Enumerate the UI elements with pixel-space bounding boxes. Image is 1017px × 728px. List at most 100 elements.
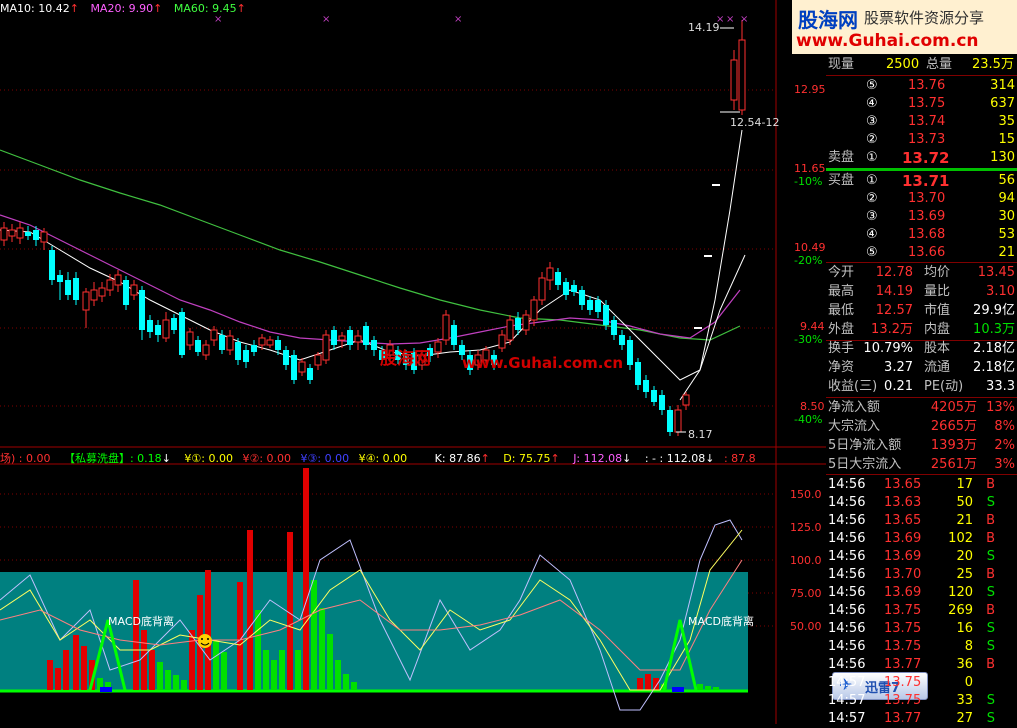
candle-body	[106, 279, 114, 291]
ma60-line	[0, 149, 741, 341]
tick-row[interactable]: 14:56 13.75 16 S	[826, 620, 1017, 638]
ind-axis-label: 75.00	[790, 587, 822, 600]
tick-row[interactable]: 14:56 13.69 120 S	[826, 584, 1017, 602]
candle-body	[123, 280, 129, 305]
flow-row[interactable]: 5日大宗流入 2561万 3%	[826, 456, 1017, 474]
ask-vol: 35	[998, 114, 1015, 129]
stat-row[interactable]: 换手 10.79% 股本 2.18亿	[826, 340, 1017, 358]
stat-label: 股本	[924, 341, 951, 356]
stat-row[interactable]: 净资 3.27 流通 2.18亿	[826, 359, 1017, 377]
tick-row[interactable]: 14:56 13.75 8 S	[826, 638, 1017, 656]
tick-row[interactable]: 14:56 13.77 36 B	[826, 656, 1017, 674]
watermark-logo: 股海网	[380, 349, 431, 369]
tick-row[interactable]: 14:56 13.75 269 B	[826, 602, 1017, 620]
ask-level: ②	[866, 132, 878, 147]
banner-url: www.Guhai.com.cn	[796, 31, 979, 51]
indicator-bar	[63, 650, 69, 690]
ask-level: ③	[866, 114, 878, 129]
bid1-row[interactable]: 买盘 ① 13.71 56	[826, 172, 1017, 190]
tick-price: 13.65	[884, 477, 922, 492]
indicator-header: 场) : 0.00 【私募洗盘】: 0.18↓ ¥①: 0.00 ¥②: 0.0…	[0, 452, 756, 465]
candle-body	[730, 59, 738, 101]
tick-time: 14:56	[828, 603, 866, 618]
candle-body	[363, 326, 369, 345]
candle-body	[635, 362, 641, 385]
ask-level: ⑤	[866, 78, 878, 93]
bid-price: 13.70	[908, 191, 946, 206]
candle-body	[682, 394, 690, 406]
flow-value: 2561万	[930, 457, 977, 472]
candle-body	[298, 361, 306, 373]
bid-level: ④	[866, 227, 878, 242]
ask-row[interactable]: ③ 13.74 35	[826, 113, 1017, 131]
ind-extra: : - : 112.08	[644, 452, 706, 465]
range-label: 12.54-12	[730, 116, 780, 129]
tick-row[interactable]: 14:56 13.65 21 B	[826, 512, 1017, 530]
stat-label: 流通	[924, 360, 951, 375]
chart-area[interactable]: × × × × × × MA10: 10.42↑ MA20: 9.90↑ MA6…	[0, 0, 928, 724]
stat-row[interactable]: 收益(三) 0.21 PE(动) 33.3	[826, 378, 1017, 396]
bid-row[interactable]: ④ 13.68 53	[826, 226, 1017, 244]
stat-value: 3.27	[884, 360, 913, 375]
tick-row[interactable]: 14:56 13.70 25 B	[826, 566, 1017, 584]
candle-body	[667, 410, 673, 432]
stat-row[interactable]: 最低 12.57 市值 29.9亿	[826, 302, 1017, 320]
ask-level: ①	[866, 150, 878, 165]
tick-price: 13.70	[884, 567, 922, 582]
tick-time: 14:56	[828, 531, 866, 546]
ask1-row[interactable]: 卖盘 ① 13.72 130	[826, 149, 1017, 167]
candle-body	[659, 395, 665, 410]
ask-row[interactable]: ⑤ 13.76 314	[826, 77, 1017, 95]
indicator-bar	[653, 678, 659, 690]
indicator-bar	[263, 650, 269, 690]
bid-row[interactable]: ③ 13.69 30	[826, 208, 1017, 226]
candle-body	[226, 335, 234, 351]
stat-label: 收益(三)	[828, 379, 878, 394]
tick-price: 13.75	[884, 621, 922, 636]
flow-row[interactable]: 净流入额 4205万 13%	[826, 399, 1017, 417]
ind-item: 场) : 0.00	[0, 452, 51, 465]
tick-row[interactable]: 14:57 13.77 27 S	[826, 710, 1017, 728]
price-axis-label: -30%	[794, 333, 823, 346]
tick-row[interactable]: 14:56 13.69 20 S	[826, 548, 1017, 566]
price-axis-label: 10.49	[794, 241, 826, 254]
tick-bs: B	[986, 477, 995, 492]
ask-row[interactable]: ④ 13.75 637	[826, 95, 1017, 113]
stat-row[interactable]: 今开 12.78 均价 13.45	[826, 264, 1017, 282]
candle-body	[90, 289, 98, 301]
stat-row[interactable]: 最高 14.19 量比 3.10	[826, 283, 1017, 301]
volume-row[interactable]: 现量 2500 总量 23.5万	[826, 56, 1017, 74]
tick-row[interactable]: 14:57 13.75 33 S	[826, 692, 1017, 710]
indicator-bar	[237, 582, 243, 690]
tick-vol: 17	[956, 477, 973, 492]
tick-row[interactable]: 14:56 13.69 102 B	[826, 530, 1017, 548]
tick-row[interactable]: 14:57 13.75 0	[826, 674, 1017, 692]
indicator-bar	[173, 675, 179, 690]
tick-bs: B	[986, 657, 995, 672]
ask-price: 13.74	[908, 114, 946, 129]
candle-body	[611, 320, 617, 335]
bid-row[interactable]: ⑤ 13.66 21	[826, 244, 1017, 262]
bid-row[interactable]: ② 13.70 94	[826, 190, 1017, 208]
candle-body	[530, 299, 538, 321]
candle-body	[498, 334, 506, 349]
flow-row[interactable]: 5日净流入额 1393万 2%	[826, 437, 1017, 455]
indicator-bar	[47, 660, 53, 690]
indicator-bar	[157, 662, 163, 690]
candle-body	[738, 39, 746, 111]
indicator-axis: 150.0 125.0 100.0 75.00 50.00	[776, 464, 826, 724]
stat-label: 量比	[924, 284, 951, 299]
stat-row[interactable]: 外盘 13.2万 内盘 10.3万	[826, 321, 1017, 339]
tick-row[interactable]: 14:56 13.63 50 S	[826, 494, 1017, 512]
tick-row[interactable]: 14:56 13.65 17 B	[826, 476, 1017, 494]
candle-body	[595, 300, 601, 312]
stat-value: 33.3	[986, 379, 1015, 394]
candle-body	[603, 305, 609, 325]
ask-row[interactable]: ② 13.73 15	[826, 131, 1017, 149]
bid-level: ①	[866, 173, 878, 188]
indicator-bar	[247, 530, 253, 690]
candle-body	[674, 409, 682, 433]
stat-label: 均价	[924, 265, 951, 280]
candle-body	[186, 331, 194, 346]
flow-row[interactable]: 大宗流入 2665万 8%	[826, 418, 1017, 436]
